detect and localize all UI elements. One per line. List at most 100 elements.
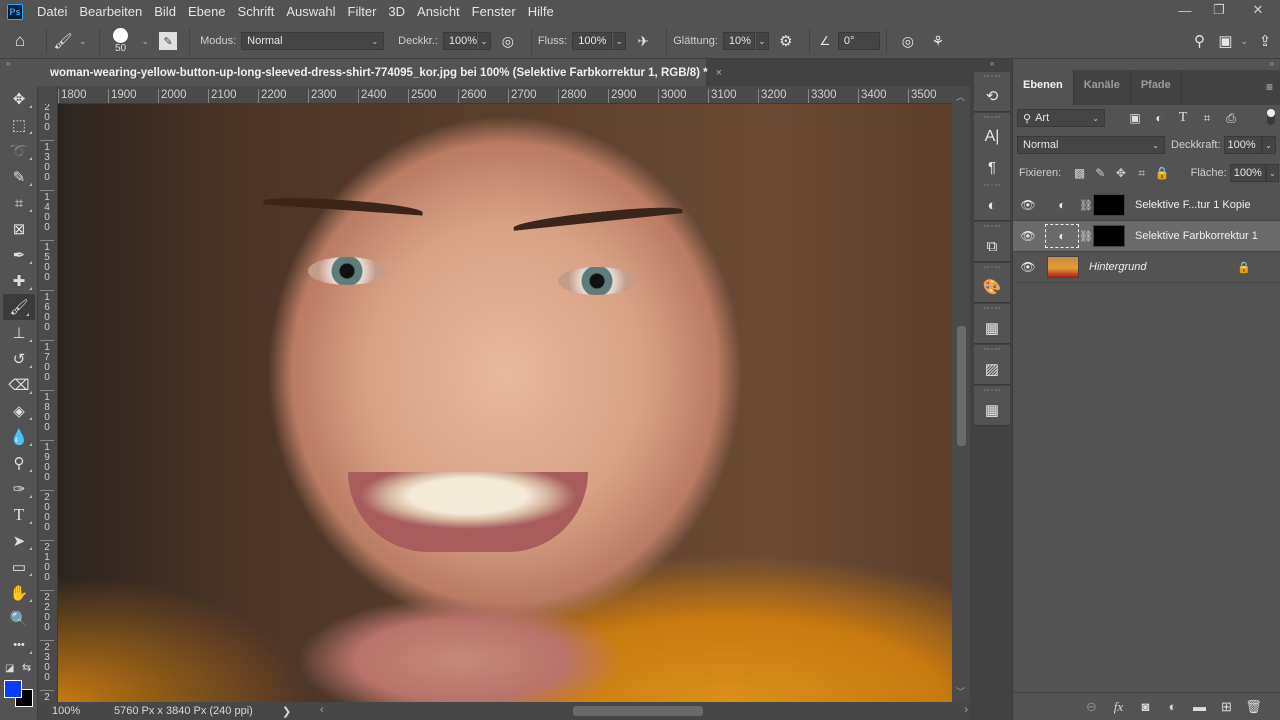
share-icon[interactable]: ⇪ <box>1250 32 1280 50</box>
shape-layer-filter-icon[interactable]: ⌗ <box>1195 111 1219 126</box>
chevron-down-icon[interactable]: ⌄ <box>79 36 87 47</box>
lock-icon[interactable]: 🔒 <box>1237 261 1251 274</box>
new-layer-icon[interactable]: ⊞ <box>1213 699 1240 715</box>
chevron-down-icon[interactable]: ⌄ <box>142 36 150 47</box>
link-icon[interactable]: ⛓ <box>1079 230 1093 243</box>
scroll-up-icon[interactable]: ︿ <box>956 90 965 103</box>
toolbar-collapse-button[interactable]: » <box>0 59 38 69</box>
eyedropper-tool[interactable]: ✒ <box>0 242 38 268</box>
paint-bucket-tool[interactable]: ◈ <box>0 398 38 424</box>
blend-mode-select[interactable]: Normal ⌄ <box>1017 136 1165 154</box>
type-tool[interactable]: T <box>0 502 38 528</box>
character-icon[interactable]: A| <box>974 122 1010 152</box>
palette-icon[interactable]: 🎨 <box>974 272 1010 302</box>
restore-button[interactable]: ❐ <box>1202 0 1236 20</box>
document-tab[interactable]: woman-wearing-yellow-button-up-long-slee… <box>38 59 722 86</box>
add-mask-icon[interactable]: ◙ <box>1132 699 1159 714</box>
search-icon[interactable]: ⚲ <box>1186 32 1212 50</box>
gradient-icon[interactable]: ▨ <box>974 354 1010 384</box>
tab-pfade[interactable]: Pfade <box>1131 70 1182 105</box>
type-layer-filter-icon[interactable]: T <box>1171 110 1195 126</box>
layer-filter-select[interactable]: ⚲ Art ⌄ <box>1017 109 1105 127</box>
angle-input[interactable]: 0° <box>837 32 880 50</box>
pressure-opacity-icon[interactable]: ◎ <box>491 33 525 50</box>
hand-tool[interactable]: ✋ <box>0 580 38 606</box>
trash-icon[interactable]: 🗑 <box>1240 699 1267 715</box>
ruler-origin[interactable] <box>38 86 58 104</box>
path-selection-tool[interactable]: ➤ <box>0 528 38 554</box>
lock-position-icon[interactable]: ✥ <box>1111 166 1132 180</box>
healing-brush-tool[interactable]: ✚ <box>0 268 38 294</box>
foreground-color-swatch[interactable] <box>4 680 22 698</box>
menu-filter[interactable]: Filter <box>342 0 383 24</box>
flow-dropdown[interactable]: ⌄ <box>612 32 627 50</box>
smoothing-dropdown[interactable]: ⌄ <box>754 32 769 50</box>
horizontal-scroll-thumb[interactable] <box>573 706 703 716</box>
fill-input[interactable]: 100% <box>1229 164 1266 182</box>
smart-object-filter-icon[interactable]: ⎙ <box>1219 111 1243 126</box>
menu-fenster[interactable]: Fenster <box>466 0 522 24</box>
lock-pixels-icon[interactable]: ✎ <box>1090 166 1111 180</box>
history-icon[interactable]: ⟲ <box>974 81 1010 111</box>
layer-opacity-dropdown[interactable]: ⌄ <box>1261 136 1276 154</box>
menu-auswahl[interactable]: Auswahl <box>280 0 341 24</box>
dock-collapse-button[interactable]: « <box>990 59 994 68</box>
paragraph-icon[interactable]: ¶ <box>974 152 1010 182</box>
brush-size-picker[interactable]: 50 <box>106 28 136 54</box>
lasso-tool[interactable]: ➰ <box>0 138 38 164</box>
minimize-button[interactable]: — <box>1168 0 1202 20</box>
vertical-scroll-thumb[interactable] <box>957 326 966 446</box>
pressure-size-icon[interactable]: ◎ <box>893 33 923 50</box>
pixel-layer-filter-icon[interactable]: ▣ <box>1123 111 1147 125</box>
brush-panel-icon[interactable]: ✎ <box>159 32 178 50</box>
lock-transparency-icon[interactable]: ▩ <box>1069 166 1090 180</box>
menu-3d[interactable]: 3D <box>382 0 411 24</box>
status-menu-arrow[interactable]: ❯ <box>282 705 291 718</box>
marquee-tool[interactable]: ⬚ <box>0 112 38 138</box>
link-layers-icon[interactable]: ⊖ <box>1078 699 1105 715</box>
brush-tool[interactable]: 🖌 <box>3 294 35 320</box>
zoom-level[interactable]: 100% <box>38 705 98 717</box>
symmetry-icon[interactable]: ⚘ <box>923 33 953 50</box>
modus-select[interactable]: Normal ⌄ <box>241 32 385 50</box>
flow-input[interactable]: 100% <box>572 32 613 50</box>
rectangle-tool[interactable]: ▭ <box>0 554 38 580</box>
lock-artboard-icon[interactable]: ⌗ <box>1131 166 1152 181</box>
link-icon[interactable]: ⛓ <box>1079 199 1093 212</box>
zoom-tool[interactable]: 🔍 <box>0 606 38 632</box>
opacity-dropdown[interactable]: ⌄ <box>476 32 491 50</box>
eye-icon[interactable]: 👁 <box>1013 229 1043 243</box>
vertical-scrollbar[interactable]: ︿ ﹀ <box>952 86 970 702</box>
layer-mask-thumbnail[interactable] <box>1093 194 1125 216</box>
menu-datei[interactable]: Datei <box>31 0 73 24</box>
patterns-icon[interactable]: ▦ <box>974 395 1010 425</box>
menu-bearbeiten[interactable]: Bearbeiten <box>73 0 148 24</box>
home-icon[interactable]: ⌂ <box>0 31 40 51</box>
layer-mask-thumbnail[interactable] <box>1093 225 1125 247</box>
crop-tool[interactable]: ⌗ <box>0 190 38 216</box>
image-canvas[interactable] <box>58 104 952 702</box>
tab-ebenen[interactable]: Ebenen <box>1013 70 1074 105</box>
layer-row[interactable]: 👁 Hintergrund 🔒 <box>1013 252 1280 283</box>
lock-all-icon[interactable]: 🔒 <box>1152 166 1173 180</box>
opacity-input[interactable]: 100% <box>442 32 477 50</box>
horizontal-ruler[interactable]: 1800 1900 2000 2100 2200 2300 2400 2500 2600 2700… <box>58 86 952 104</box>
clone-stamp-tool[interactable]: ⊥ <box>0 320 38 346</box>
brush-preset-icon[interactable]: 🖌 <box>53 32 73 50</box>
move-tool[interactable]: ✥ <box>0 86 38 112</box>
swap-colors-icon[interactable]: ⇆ <box>22 661 31 674</box>
chevron-down-icon[interactable]: ⌄ <box>1240 36 1248 47</box>
airbrush-icon[interactable]: ✈ <box>626 33 660 50</box>
adjustment-layer-filter-icon[interactable]: ◐ <box>1147 111 1171 125</box>
menu-ebene[interactable]: Ebene <box>182 0 232 24</box>
menu-schrift[interactable]: Schrift <box>232 0 281 24</box>
vertical-ruler[interactable]: 1200 1300 1400 1500 1600 1700 1800 1900 2000 2100… <box>38 104 58 704</box>
scroll-left-icon[interactable]: ‹ <box>320 704 324 716</box>
hamburger-menu-icon[interactable]: ≡ <box>1266 80 1273 94</box>
eye-icon[interactable]: 👁 <box>1013 260 1043 274</box>
workspace-icon[interactable]: ▣ <box>1212 32 1238 50</box>
eraser-tool[interactable]: ⌫ <box>0 372 38 398</box>
pen-tool[interactable]: ✑ <box>0 476 38 502</box>
filter-toggle[interactable] <box>1267 109 1275 125</box>
layer-opacity-input[interactable]: 100% <box>1223 136 1262 154</box>
